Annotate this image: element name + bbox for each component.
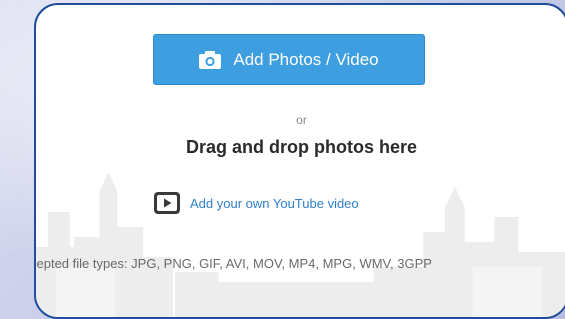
camera-icon [199, 50, 222, 69]
add-photos-video-label: Add Photos / Video [233, 49, 379, 69]
add-photos-video-button[interactable]: Add Photos / Video [153, 34, 425, 85]
drag-drop-heading: Drag and drop photos here [185, 137, 417, 157]
or-separator: or [296, 113, 307, 127]
accepted-file-types: cepted file types: JPG, PNG, GIF, AVI, M… [34, 256, 432, 271]
youtube-link-label: Add your own YouTube video [190, 195, 359, 211]
add-youtube-video-link[interactable]: Add your own YouTube video [154, 191, 359, 215]
play-icon [154, 192, 180, 214]
upload-dropzone[interactable]: Add Photos / Video or Drag and drop phot… [34, 3, 565, 319]
